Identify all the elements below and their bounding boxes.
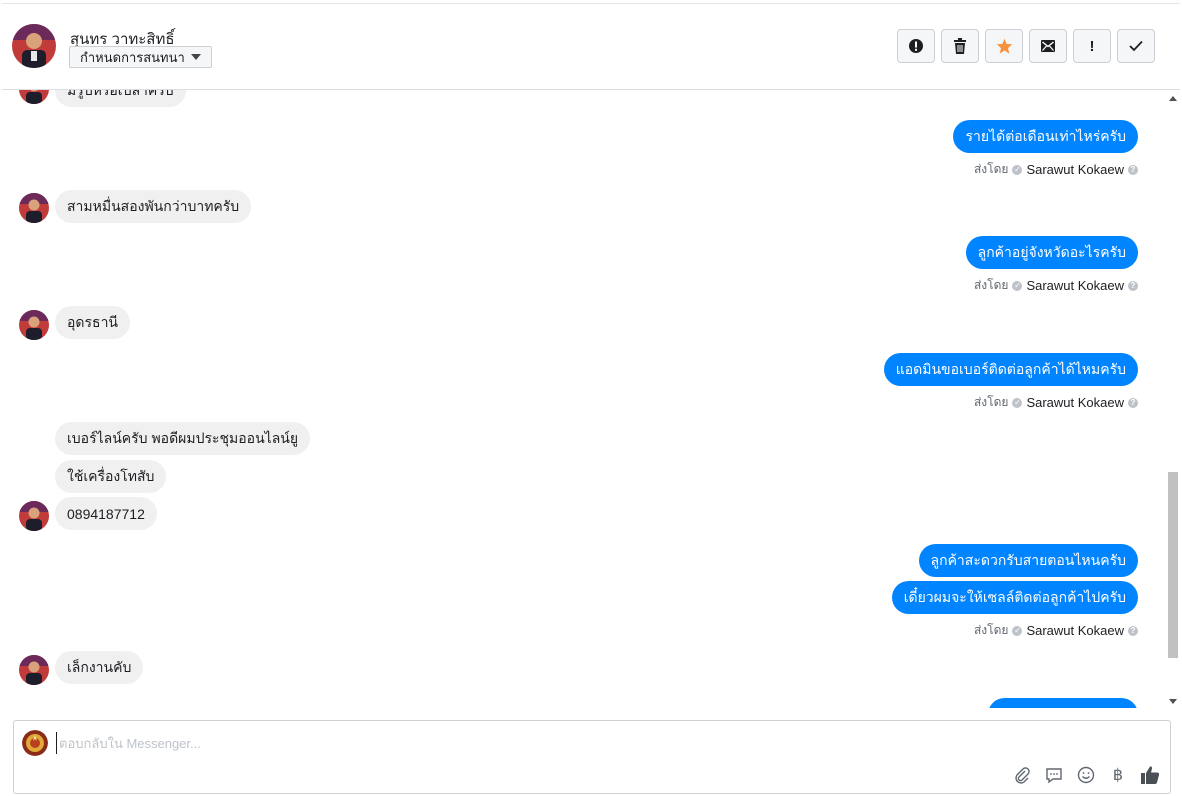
sent-by-text: ส่งโดย: [973, 623, 1009, 637]
help-icon[interactable]: ?: [1128, 280, 1138, 291]
check-circle-icon: ✓: [1012, 164, 1023, 175]
composer-tools: ฿: [1012, 765, 1160, 785]
incoming-message: เบอร์ไลน์ครับ พอดีผมประชุมออนไลน์ยู: [55, 422, 311, 455]
sent-by-text: ส่งโดย: [973, 278, 1009, 292]
thumbs-up-icon[interactable]: [1140, 765, 1160, 785]
incoming-message: ใช้เครื่องโทสับ: [55, 460, 167, 493]
caret-down-icon: [190, 54, 201, 60]
check-circle-icon: ✓: [1012, 280, 1023, 291]
incoming-message: มีรูปหรือเปล่าครับ: [55, 90, 186, 107]
contact-avatar: [19, 90, 49, 104]
sent-by-label: ส่งโดย ✓ Sarawut Kokaew ?: [974, 393, 1138, 412]
help-icon[interactable]: ?: [1128, 164, 1138, 175]
assign-label: กำหนดการสนทนา: [80, 49, 185, 65]
page-avatar: [22, 730, 48, 756]
emoji-icon[interactable]: [1076, 765, 1096, 785]
contact-avatar[interactable]: [12, 24, 56, 68]
incoming-message: สามหมื่นสองพันกว่าบาทครับ: [55, 190, 252, 223]
envelope-icon: [1041, 40, 1055, 52]
conversation-header: สุนทร วาทะสิทธิ์ กำหนดการสนทนา !: [2, 3, 1180, 90]
message-scrollbar[interactable]: [1166, 90, 1180, 708]
reply-composer: ฿: [13, 720, 1171, 794]
help-icon[interactable]: ?: [1128, 397, 1138, 408]
exclamation-icon: !: [1089, 37, 1095, 55]
conversation-actions: !: [897, 29, 1155, 63]
outgoing-message: เดี๋ยวผมจะให้เซลล์ติดต่อลูกค้าไปครับ: [891, 581, 1138, 614]
exclamation-circle-icon: [909, 39, 923, 53]
saved-replies-icon[interactable]: [1044, 765, 1064, 785]
contact-avatar: [19, 193, 49, 223]
outgoing-message: ลูกค้าอยู่จังหวัดอะไรครับ: [965, 236, 1138, 269]
sender-name: Sarawut Kokaew: [1026, 395, 1124, 410]
outgoing-message: ลูกค้าสะดวกรับสายตอนไหนครับ: [918, 544, 1138, 577]
baht-payment-icon[interactable]: ฿: [1108, 765, 1128, 785]
check-icon: [1129, 40, 1143, 52]
follow-up-button[interactable]: !: [1073, 29, 1111, 63]
outgoing-message-partial: [988, 698, 1138, 708]
delete-button[interactable]: [941, 29, 979, 63]
attach-icon[interactable]: [1012, 765, 1032, 785]
mark-unread-button[interactable]: [1029, 29, 1067, 63]
sent-by-text: ส่งโดย: [973, 162, 1009, 176]
incoming-message: เล็กงานคับ: [55, 651, 144, 684]
contact-avatar: [19, 655, 49, 685]
sender-name: Sarawut Kokaew: [1026, 162, 1124, 177]
sender-name: Sarawut Kokaew: [1026, 623, 1124, 638]
reply-input[interactable]: [56, 732, 956, 754]
outgoing-message: แอดมินขอเบอร์ติดต่อลูกค้าได้ไหมครับ: [883, 353, 1138, 386]
trash-icon: [954, 38, 966, 54]
scrollbar-thumb[interactable]: [1168, 472, 1178, 658]
sent-by-text: ส่งโดย: [973, 395, 1009, 409]
check-circle-icon: ✓: [1012, 397, 1023, 408]
help-icon[interactable]: ?: [1128, 625, 1138, 636]
sent-by-label: ส่งโดย ✓ Sarawut Kokaew ?: [974, 621, 1138, 640]
incoming-message: 0894187712: [55, 497, 157, 530]
contact-avatar: [19, 310, 49, 340]
sent-by-label: ส่งโดย ✓ Sarawut Kokaew ?: [974, 160, 1138, 179]
star-icon: [996, 38, 1012, 54]
incoming-message: อุดรธานี: [55, 306, 130, 339]
outgoing-message: รายได้ต่อเดือนเท่าไหร่ครับ: [953, 120, 1138, 153]
check-circle-icon: ✓: [1012, 625, 1023, 636]
sent-by-label: ส่งโดย ✓ Sarawut Kokaew ?: [974, 276, 1138, 295]
spam-button[interactable]: [897, 29, 935, 63]
star-button[interactable]: [985, 29, 1023, 63]
message-thread[interactable]: มีรูปหรือเปล่าครับ รายได้ต่อเดือนเท่าไหร…: [2, 90, 1166, 708]
assign-conversation-dropdown[interactable]: กำหนดการสนทนา: [69, 46, 212, 68]
mark-done-button[interactable]: [1117, 29, 1155, 63]
contact-avatar: [19, 501, 49, 531]
scroll-down-arrow-icon[interactable]: [1169, 699, 1177, 704]
scroll-up-arrow-icon[interactable]: [1169, 96, 1177, 101]
sender-name: Sarawut Kokaew: [1026, 278, 1124, 293]
